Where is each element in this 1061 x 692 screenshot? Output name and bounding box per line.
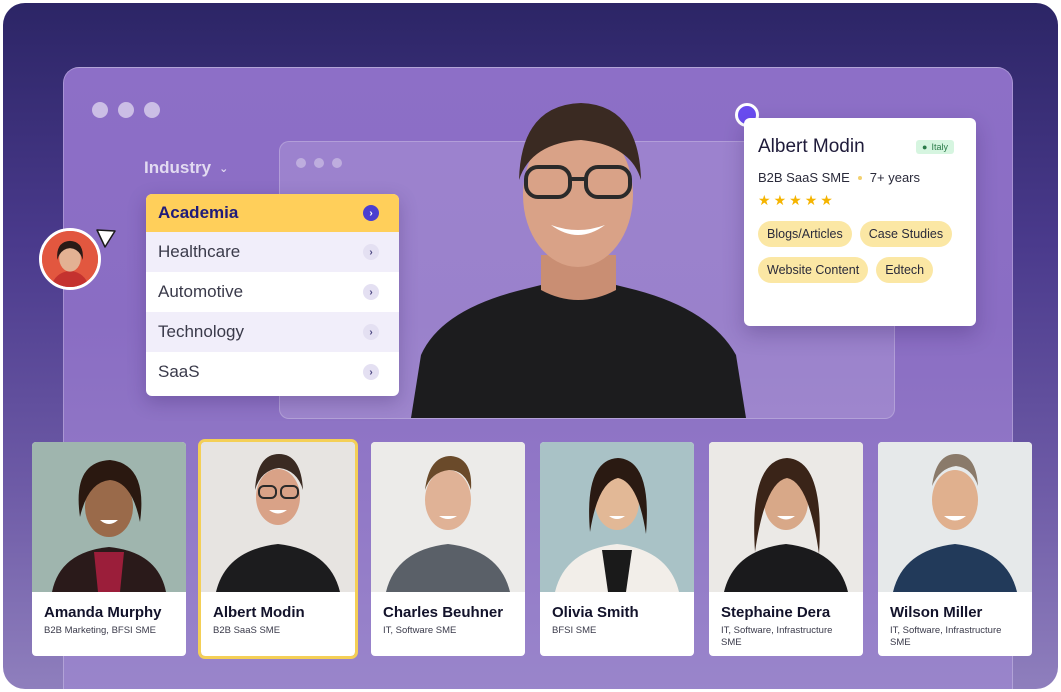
chevron-down-icon: ⌄ — [219, 162, 229, 175]
expert-card-albert-modin[interactable]: Albert Modin B2B SaaS SME — [198, 439, 358, 659]
expert-name: Albert Modin — [213, 604, 305, 621]
expert-name: Charles Beuhner — [383, 604, 504, 621]
expert-photo — [371, 442, 525, 592]
industry-dropdown: Academia › Healthcare › Automotive › Tec… — [146, 194, 399, 396]
chevron-right-icon: › — [363, 244, 379, 260]
tag-chip[interactable]: Edtech — [876, 257, 934, 283]
expert-role: B2B Marketing, BFSI SME — [44, 625, 156, 636]
industry-option-label: Healthcare — [158, 242, 241, 261]
window-dot-minimize[interactable] — [118, 102, 134, 118]
chevron-right-icon: › — [363, 364, 379, 380]
rating-stars: ★ ★ ★ ★ ★ — [758, 193, 962, 207]
industry-option-label: Academia — [158, 203, 239, 222]
location-label: Italy — [931, 142, 948, 152]
floating-user-avatar — [39, 228, 101, 290]
star-icon: ★ — [789, 192, 802, 208]
hero-stage: Industry ⌄ Academia › Healthcare › Autom… — [3, 3, 1058, 689]
expert-photo — [540, 442, 694, 592]
industry-option-label: SaaS — [158, 362, 200, 381]
expert-role: IT, Software, Infrastructure SME — [890, 625, 1002, 648]
profile-tags: Blogs/Articles Case Studies Website Cont… — [758, 221, 962, 283]
chevron-right-icon: › — [363, 205, 379, 221]
expert-photo — [709, 442, 863, 592]
industry-option-healthcare[interactable]: Healthcare › — [146, 232, 399, 272]
inner-window-controls — [296, 158, 342, 168]
industry-filter-toggle[interactable]: Industry ⌄ — [144, 158, 228, 178]
profile-meta: B2B SaaS SME 7+ years — [758, 170, 962, 185]
industry-option-academia[interactable]: Academia › — [146, 194, 399, 232]
featured-expert-photo — [411, 85, 746, 418]
industry-option-automotive[interactable]: Automotive › — [146, 272, 399, 312]
tag-chip[interactable]: Website Content — [758, 257, 869, 283]
expert-name: Stephaine Dera — [721, 604, 831, 621]
chevron-right-icon: › — [363, 324, 379, 340]
window-dot-maximize[interactable] — [144, 102, 160, 118]
industry-option-label: Technology — [158, 322, 245, 341]
window-dot-close[interactable] — [92, 102, 108, 118]
star-icon: ★ — [804, 192, 818, 208]
expert-role: B2B SaaS SME — [213, 625, 281, 636]
tag-chip[interactable]: Case Studies — [859, 221, 953, 247]
inner-dot — [332, 158, 342, 168]
location-badge: ● Italy — [916, 140, 954, 154]
expert-profile-card[interactable]: Albert Modin ● Italy B2B SaaS SME 7+ yea… — [744, 118, 976, 326]
tag-chip[interactable]: Blogs/Articles — [758, 221, 852, 247]
industry-filter-label: Industry — [144, 158, 212, 177]
star-icon: ★ — [758, 192, 771, 208]
window-controls — [92, 102, 160, 118]
expert-role: BFSI SME — [552, 625, 597, 636]
expert-photo — [878, 442, 1032, 592]
meta-separator — [857, 175, 862, 180]
expert-card-amanda-murphy[interactable]: Amanda Murphy B2B Marketing, BFSI SME — [32, 442, 186, 656]
cursor-pointer-icon — [96, 229, 116, 248]
inner-dot — [296, 158, 306, 168]
expert-card-olivia-smith[interactable]: Olivia Smith BFSI SME — [540, 442, 694, 656]
expert-card-charles-beuhner[interactable]: Charles Beuhner IT, Software SME — [371, 442, 525, 656]
industry-option-technology[interactable]: Technology › — [146, 312, 399, 352]
industry-option-label: Automotive — [158, 282, 244, 301]
expert-name: Olivia Smith — [552, 604, 639, 621]
expert-card-wilson-miller[interactable]: Wilson Miller IT, Software, Infrastructu… — [878, 442, 1032, 656]
star-icon: ★ — [820, 192, 833, 208]
industry-option-saas[interactable]: SaaS › — [146, 352, 399, 392]
profile-experience: 7+ years — [869, 170, 921, 185]
expert-photo — [201, 442, 355, 592]
expert-name: Amanda Murphy — [44, 604, 162, 621]
expert-photo — [32, 442, 186, 592]
map-pin-icon: ● — [922, 142, 928, 152]
inner-dot — [314, 158, 324, 168]
profile-specialty: B2B SaaS SME — [758, 170, 850, 185]
expert-role: IT, Software SME — [383, 625, 457, 636]
expert-card-stephaine-dera[interactable]: Stephaine Dera IT, Software, Infrastruct… — [709, 442, 863, 656]
expert-name: Wilson Miller — [890, 604, 983, 621]
star-icon: ★ — [773, 192, 787, 208]
chevron-right-icon: › — [363, 284, 379, 300]
expert-role: IT, Software, Infrastructure SME — [721, 625, 833, 648]
